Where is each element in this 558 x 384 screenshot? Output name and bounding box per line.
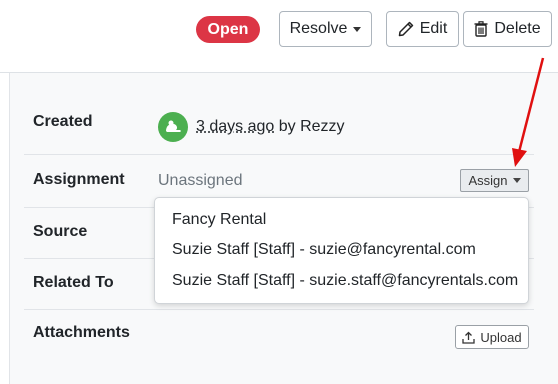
annotation-arrow [512,57,545,167]
